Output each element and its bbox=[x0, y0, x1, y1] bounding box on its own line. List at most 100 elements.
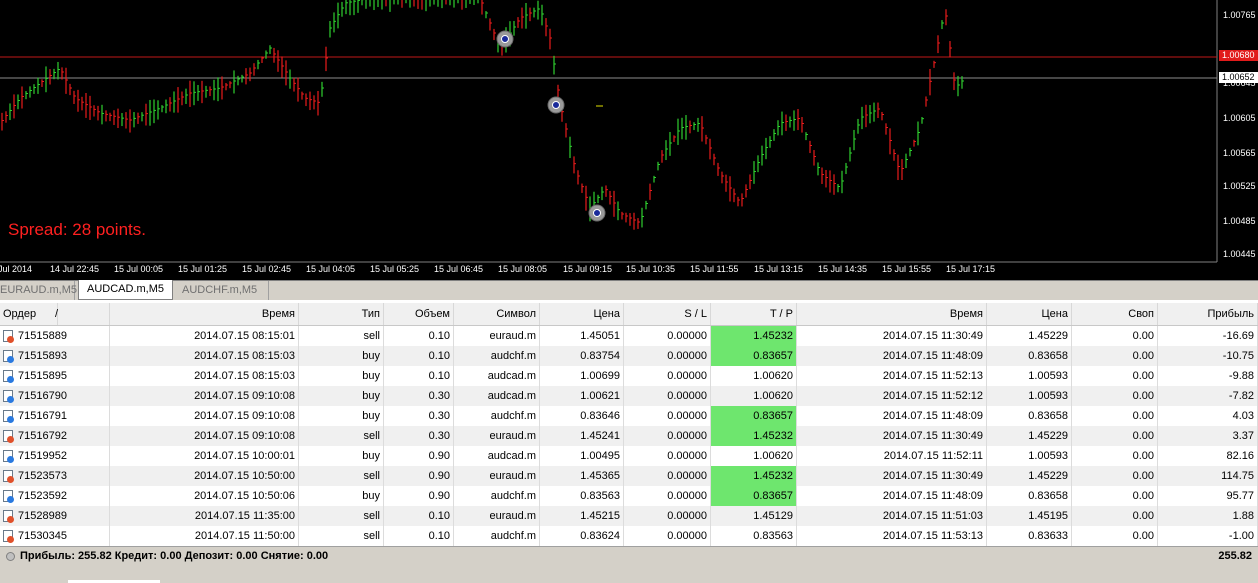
cell-close-time: 2014.07.15 11:52:12 bbox=[797, 386, 987, 406]
type-value: sell bbox=[363, 330, 380, 342]
table-row[interactable]: 71519952 2014.07.15 10:00:01 buy 0.90 audcad… bbox=[0, 446, 1258, 466]
time-tick-label: 15 Jul 08:05 bbox=[498, 264, 548, 274]
sl-value: 0.00000 bbox=[667, 510, 707, 522]
profit-value: 4.03 bbox=[1232, 410, 1254, 422]
col-profit[interactable]: Прибыль bbox=[1158, 303, 1258, 325]
close-time-value: 2014.07.15 11:52:13 bbox=[882, 370, 983, 382]
time-tick-label: 15 Jul 01:25 bbox=[178, 264, 228, 274]
time-tick-label: 15 Jul 02:45 bbox=[242, 264, 292, 274]
table-row[interactable]: 71523592 2014.07.15 10:50:06 buy 0.90 audchf… bbox=[0, 486, 1258, 506]
cell-order: 71515889 bbox=[0, 326, 110, 346]
tp-value: 1.00620 bbox=[753, 370, 793, 382]
tab-audcad[interactable]: AUDCAD.m,M5 bbox=[78, 280, 173, 300]
cell-open-time: 2014.07.15 08:15:01 bbox=[110, 326, 299, 346]
time-tick-label: 15 Jul 06:45 bbox=[434, 264, 484, 274]
tp-value: 0.83657 bbox=[753, 490, 793, 502]
cell-profit: -16.69 bbox=[1158, 326, 1258, 346]
table-row[interactable]: 71515893 2014.07.15 08:15:03 buy 0.10 audchf… bbox=[0, 346, 1258, 366]
cell-tp: 0.83657 bbox=[711, 346, 797, 366]
table-row[interactable]: 71516790 2014.07.15 09:10:08 buy 0.30 audcad… bbox=[0, 386, 1258, 406]
tp-value: 1.00620 bbox=[753, 390, 793, 402]
col-sl[interactable]: S / L bbox=[624, 303, 711, 325]
col-symbol[interactable]: Символ bbox=[454, 303, 540, 325]
sort-indicator[interactable]: / bbox=[52, 303, 110, 325]
chart-canvas[interactable] bbox=[0, 0, 1258, 280]
col-close-time[interactable]: Время bbox=[797, 303, 987, 325]
cell-close-time: 2014.07.15 11:30:49 bbox=[797, 466, 987, 486]
swap-value: 0.00 bbox=[1132, 510, 1154, 522]
table-row[interactable]: 71530345 2014.07.15 11:50:00 sell 0.10 audch… bbox=[0, 526, 1258, 546]
cell-open-price: 1.00699 bbox=[540, 366, 624, 386]
order-sell-icon bbox=[3, 510, 14, 524]
table-row[interactable]: 71516791 2014.07.15 09:10:08 buy 0.30 audchf… bbox=[0, 406, 1258, 426]
cell-sl: 0.00000 bbox=[624, 326, 711, 346]
symbol-value: euraud.m bbox=[489, 430, 536, 442]
cell-profit: 82.16 bbox=[1158, 446, 1258, 466]
cell-open-time: 2014.07.15 08:15:03 bbox=[110, 366, 299, 386]
volume-value: 0.30 bbox=[428, 410, 450, 422]
cell-open-time: 2014.07.15 10:00:01 bbox=[110, 446, 299, 466]
close-time-value: 2014.07.15 11:52:11 bbox=[883, 450, 983, 462]
trade-marker-dot bbox=[501, 35, 509, 43]
tp-value: 1.00620 bbox=[753, 450, 793, 462]
close-price-value: 1.45229 bbox=[1028, 430, 1068, 442]
cell-open-price: 1.45365 bbox=[540, 466, 624, 486]
cell-order: 71516791 bbox=[0, 406, 110, 426]
col-swap[interactable]: Своп bbox=[1072, 303, 1158, 325]
cell-type: buy bbox=[299, 346, 384, 366]
table-header: Ордер / Время Тип Объем Символ Цена S / … bbox=[0, 303, 1258, 326]
cell-order: 71523592 bbox=[0, 486, 110, 506]
table-row[interactable]: 71515895 2014.07.15 08:15:03 buy 0.10 audcad… bbox=[0, 366, 1258, 386]
trade-marker-dot bbox=[552, 101, 560, 109]
cell-open-time: 2014.07.15 09:10:08 bbox=[110, 406, 299, 426]
col-tp[interactable]: T / P bbox=[711, 303, 797, 325]
col-close-price[interactable]: Цена bbox=[987, 303, 1072, 325]
sl-value: 0.00000 bbox=[667, 530, 707, 542]
table-row[interactable]: 71516792 2014.07.15 09:10:08 sell 0.30 eurau… bbox=[0, 426, 1258, 446]
col-open-time[interactable]: Время bbox=[110, 303, 299, 325]
order-sell-icon bbox=[3, 470, 14, 484]
type-value: sell bbox=[363, 510, 380, 522]
order-buy-icon bbox=[3, 490, 14, 504]
cell-symbol: audchf.m bbox=[454, 486, 540, 506]
open-time-value: 2014.07.15 09:10:08 bbox=[194, 410, 295, 422]
profit-value: 114.75 bbox=[1221, 470, 1254, 482]
cell-sl: 0.00000 bbox=[624, 466, 711, 486]
time-tick-label: 15 Jul 10:35 bbox=[626, 264, 676, 274]
cell-close-price: 1.45229 bbox=[987, 426, 1072, 446]
table-row[interactable]: 71515889 2014.07.15 08:15:01 sell 0.10 eurau… bbox=[0, 326, 1258, 346]
spread-label: Spread: 28 points. bbox=[8, 220, 146, 239]
time-tick-label: 15 Jul 09:15 bbox=[563, 264, 613, 274]
cell-close-time: 2014.07.15 11:53:13 bbox=[797, 526, 987, 546]
symbol-value: euraud.m bbox=[489, 330, 536, 342]
cell-profit: -1.00 bbox=[1158, 526, 1258, 546]
col-order[interactable]: Ордер bbox=[0, 303, 58, 325]
cell-symbol: euraud.m bbox=[454, 426, 540, 446]
order-buy-icon bbox=[3, 390, 14, 404]
col-volume[interactable]: Объем bbox=[384, 303, 454, 325]
cell-close-time: 2014.07.15 11:48:09 bbox=[797, 406, 987, 426]
cell-type: buy bbox=[299, 446, 384, 466]
cell-close-price: 1.00593 bbox=[987, 366, 1072, 386]
cell-type: sell bbox=[299, 326, 384, 346]
open-time-value: 2014.07.15 09:10:08 bbox=[194, 390, 295, 402]
tab-euraud[interactable]: EURAUD.m,M5 bbox=[0, 281, 77, 300]
cell-close-price: 1.00593 bbox=[987, 386, 1072, 406]
cell-close-price: 1.00593 bbox=[987, 446, 1072, 466]
volume-value: 0.30 bbox=[428, 430, 450, 442]
close-price-value: 1.45229 bbox=[1028, 470, 1068, 482]
cell-sl: 0.00000 bbox=[624, 406, 711, 426]
col-open-price[interactable]: Цена bbox=[540, 303, 624, 325]
table-row[interactable]: 71528989 2014.07.15 11:35:00 sell 0.10 eurau… bbox=[0, 506, 1258, 526]
table-row[interactable]: 71523573 2014.07.15 10:50:00 sell 0.90 eurau… bbox=[0, 466, 1258, 486]
col-type[interactable]: Тип bbox=[299, 303, 384, 325]
price-chart[interactable]: Spread: 28 points. 1.00765 1.00645 1.00605… bbox=[0, 0, 1258, 280]
cell-order: 71516790 bbox=[0, 386, 110, 406]
cell-close-price: 1.45229 bbox=[987, 466, 1072, 486]
symbol-value: audchf.m bbox=[490, 350, 536, 362]
cell-tp: 1.00620 bbox=[711, 446, 797, 466]
tab-audchf[interactable]: AUDCHF.m,M5 bbox=[174, 281, 269, 300]
open-time-value: 2014.07.15 11:50:00 bbox=[194, 530, 295, 542]
cell-profit: 4.03 bbox=[1158, 406, 1258, 426]
swap-value: 0.00 bbox=[1132, 330, 1154, 342]
